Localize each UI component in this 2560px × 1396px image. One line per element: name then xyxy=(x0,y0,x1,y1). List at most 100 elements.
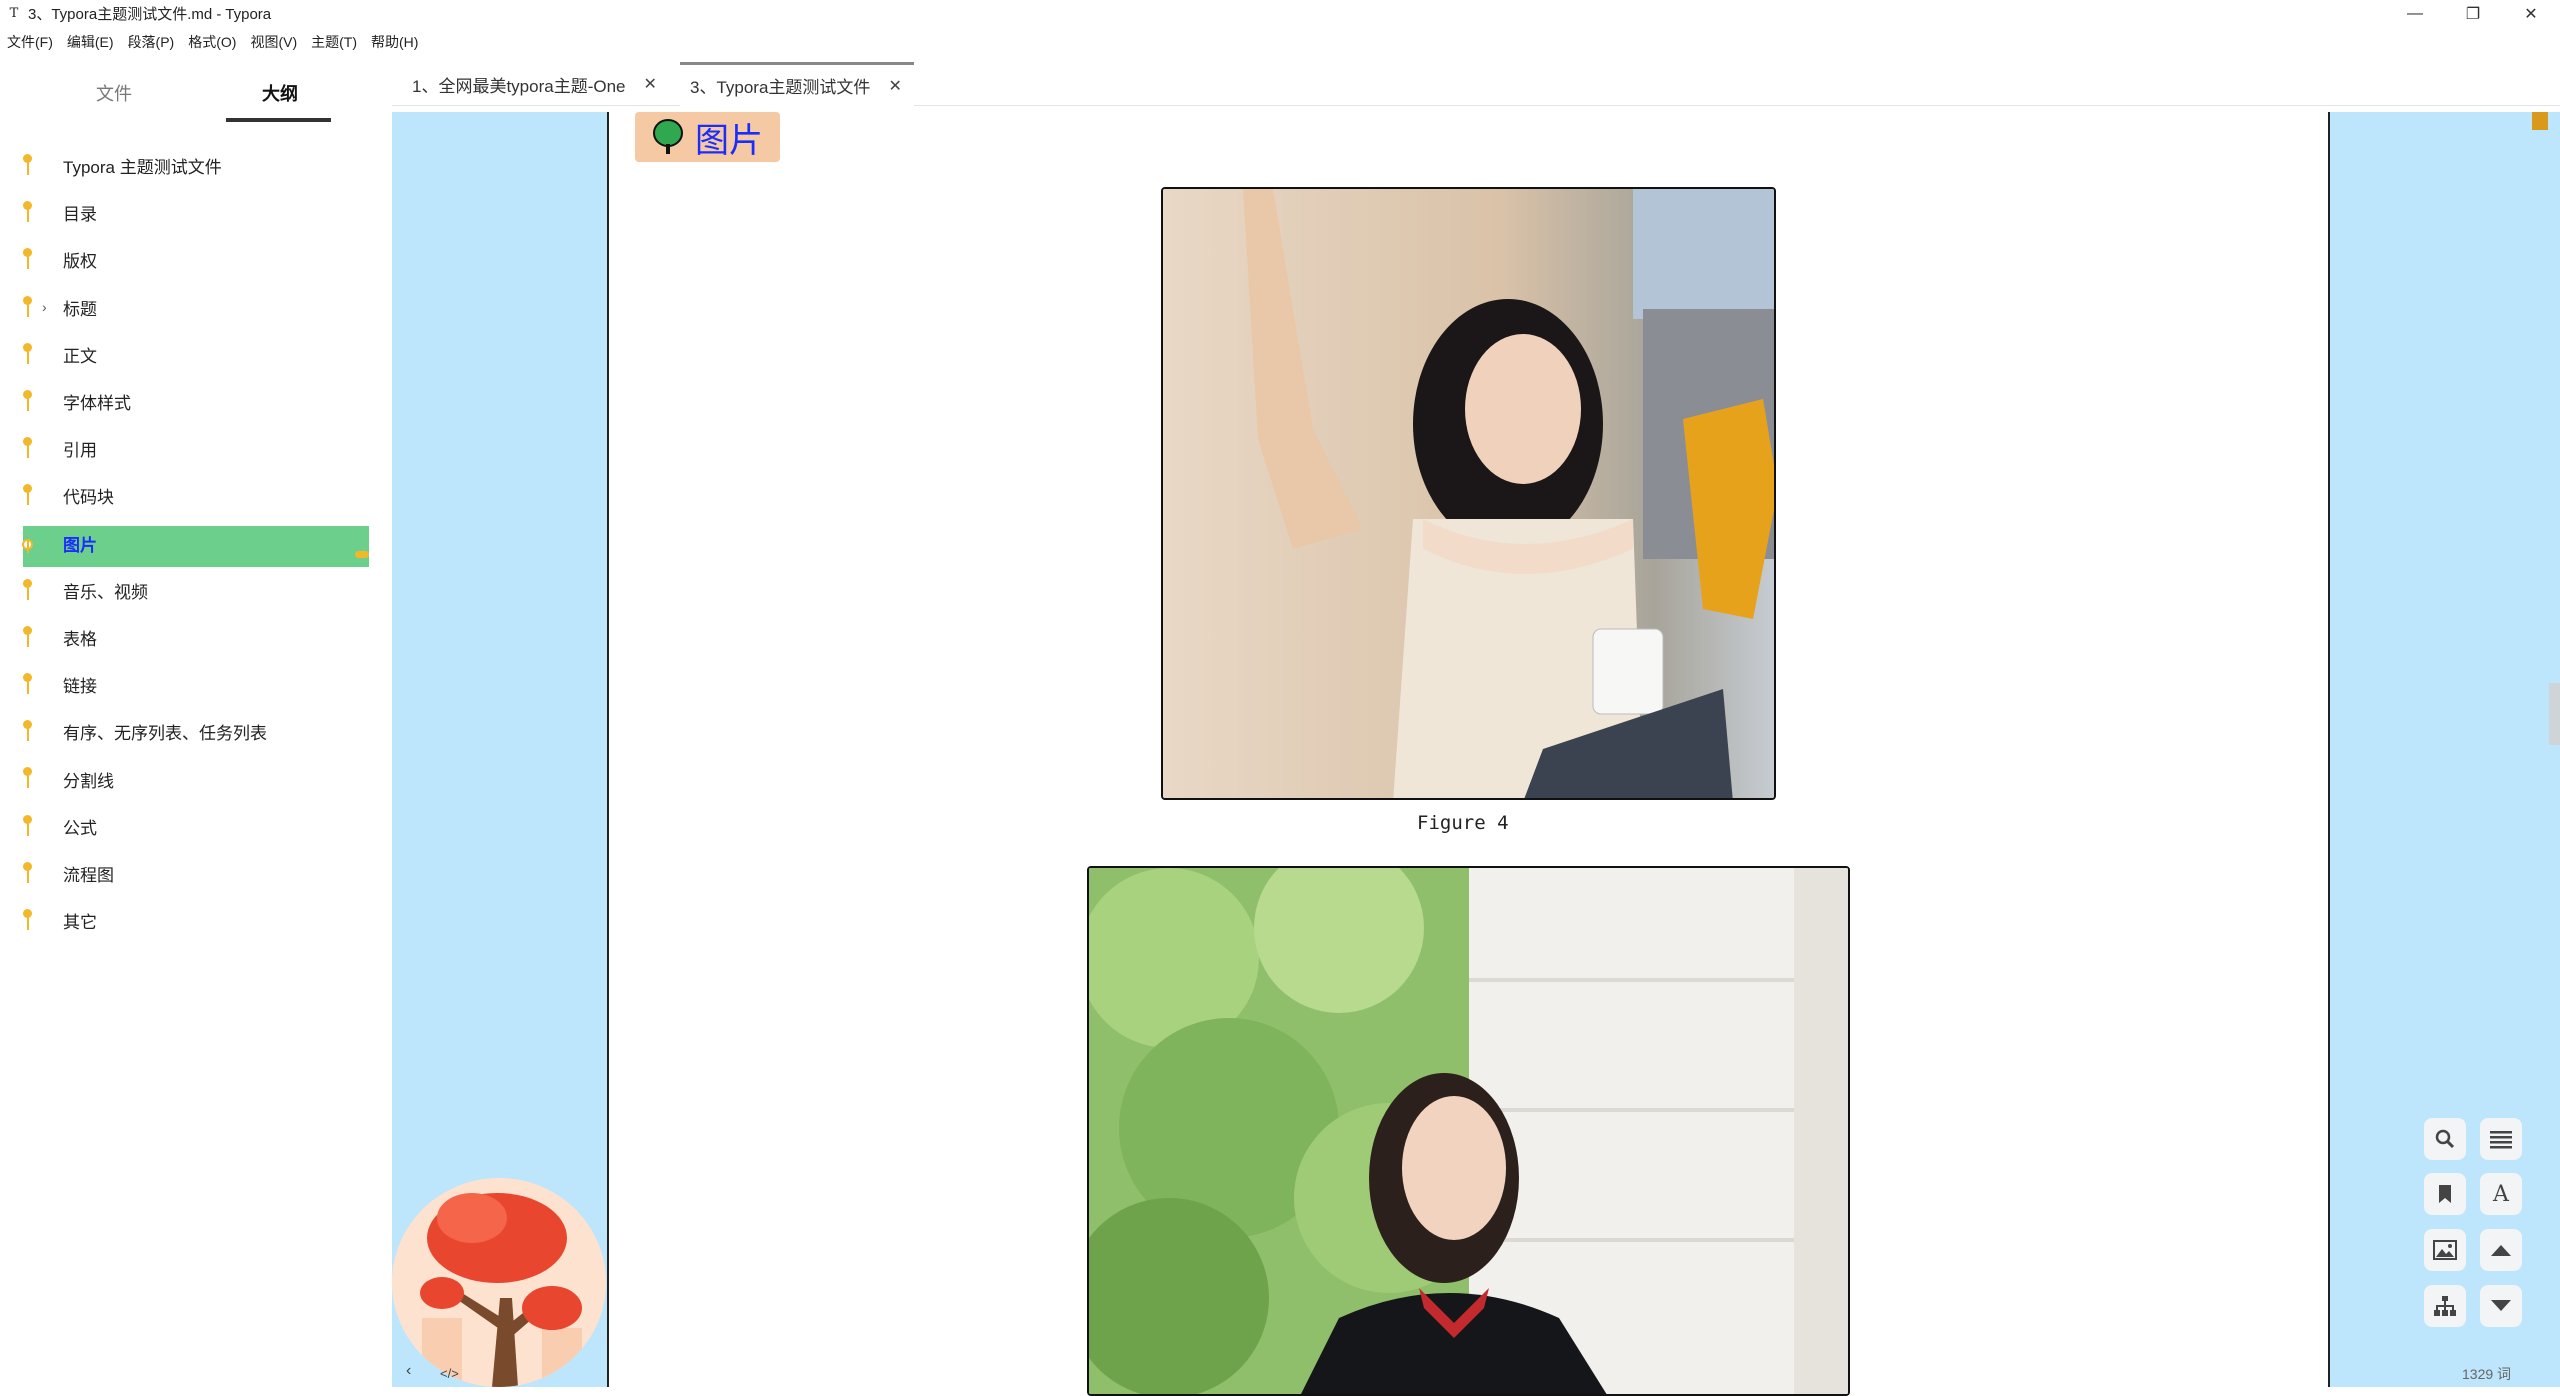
outline-item-label: 标题 xyxy=(63,299,97,319)
close-icon[interactable]: ✕ xyxy=(888,76,901,96)
image-icon[interactable] xyxy=(2424,1229,2466,1271)
bookmark-icon[interactable] xyxy=(2424,1173,2466,1215)
outline-stem xyxy=(27,302,29,317)
window-controls: — ❐ ✕ xyxy=(2386,0,2560,27)
doc-tab-label: 1、全网最美typora主题-One xyxy=(412,76,626,96)
outline-item[interactable]: 引用 xyxy=(0,425,392,472)
tree-avatar xyxy=(392,1178,606,1387)
outline-active-marker xyxy=(355,550,369,558)
outline-stem xyxy=(27,868,29,883)
outline-item-label: 流程图 xyxy=(63,865,114,885)
sidebar-tabs: 文件 大纲 xyxy=(0,62,392,126)
doc-tab-label: 3、Typora主题测试文件 xyxy=(690,78,871,97)
outline-item[interactable]: 链接 xyxy=(0,661,392,708)
outline-stem xyxy=(27,161,29,175)
menu-paragraph[interactable]: 段落(P) xyxy=(121,32,182,52)
outline-item-label: 目录 xyxy=(63,205,97,225)
window-title: 3、Typora主题测试文件.md - Typora xyxy=(28,6,272,23)
outline-stem xyxy=(27,774,29,789)
sidebar: 文件 大纲 Typora 主题测试文件 目录版权 › 标题正文字体样式引用代码块图片音… xyxy=(0,62,392,1387)
active-tab-indicator xyxy=(226,118,331,122)
menu-file[interactable]: 文件(F) xyxy=(0,32,60,52)
menu-edit[interactable]: 编辑(E) xyxy=(60,32,121,52)
outline-item-label: 音乐、视频 xyxy=(63,582,148,602)
outline-item[interactable]: 版权 xyxy=(0,236,392,283)
outline-stem xyxy=(27,444,29,459)
close-icon[interactable]: ✕ xyxy=(644,74,657,94)
restore-icon[interactable]: ❐ xyxy=(2444,0,2502,27)
source-mode-icon[interactable]: </> xyxy=(440,1366,459,1381)
section-heading[interactable]: 图片 xyxy=(635,112,780,162)
outline-stem xyxy=(27,632,29,647)
outline-item-label: 代码块 xyxy=(63,488,114,508)
outline-stem xyxy=(27,727,29,742)
photo-woman-smiling[interactable] xyxy=(1087,866,1850,1396)
list-icon[interactable] xyxy=(2480,1118,2522,1160)
outline-item-label: 其它 xyxy=(63,913,97,933)
photo-woman-waving[interactable] xyxy=(1161,187,1776,800)
outline-item[interactable]: 字体样式 xyxy=(0,378,392,425)
outline-item[interactable]: 正文 xyxy=(0,331,392,378)
menu-theme[interactable]: 主题(T) xyxy=(304,32,364,52)
menu-help[interactable]: 帮助(H) xyxy=(364,32,425,52)
outline-stem xyxy=(27,255,29,270)
doc-tab-test-file[interactable]: 3、Typora主题测试文件 ✕ xyxy=(680,62,914,106)
title-bar: T 3、Typora主题测试文件.md - Typora — ❐ ✕ xyxy=(0,0,2560,27)
outline-item[interactable]: › 标题 xyxy=(0,284,392,331)
scroll-down-icon[interactable] xyxy=(2480,1285,2522,1327)
outline-item[interactable]: 其它 xyxy=(0,897,392,944)
outline-item[interactable]: 表格 xyxy=(0,614,392,661)
menu-bar: 文件(F) 编辑(E) 段落(P) 格式(O) 视图(V) 主题(T) 帮助(H… xyxy=(0,30,425,54)
outline-item-label: 表格 xyxy=(63,629,97,649)
outline-item-label: 图片 xyxy=(63,535,97,555)
font-icon[interactable]: A xyxy=(2480,1173,2522,1215)
minimize-icon[interactable]: — xyxy=(2386,0,2444,27)
scroll-up-icon[interactable] xyxy=(2480,1229,2522,1271)
outline-item-label: 分割线 xyxy=(63,771,114,791)
outline-item-label: 正文 xyxy=(63,346,97,366)
outline-stem xyxy=(27,208,29,223)
outline-item-label: 有序、无序列表、任务列表 xyxy=(63,724,267,744)
outline-item[interactable]: 有序、无序列表、任务列表 xyxy=(0,708,392,755)
outline-item-label: 链接 xyxy=(63,677,97,697)
outline-item[interactable]: 流程图 xyxy=(0,850,392,897)
outline-item-label: 公式 xyxy=(63,818,97,838)
outline-stem xyxy=(27,680,29,695)
sitemap-icon[interactable] xyxy=(2424,1285,2466,1327)
outline-item[interactable]: 目录 xyxy=(0,189,392,236)
scrollbar-thumb[interactable] xyxy=(2549,683,2560,745)
outline-item[interactable]: 图片 xyxy=(0,520,392,567)
document-tab-bar: 1、全网最美typora主题-One ✕ 3、Typora主题测试文件 ✕ xyxy=(392,62,2560,106)
outline-item-label: 版权 xyxy=(63,252,97,272)
outline-item[interactable]: Typora 主题测试文件 xyxy=(0,142,392,189)
tree-icon xyxy=(651,118,685,156)
outline-item[interactable]: 公式 xyxy=(0,803,392,850)
outline-item-label: 引用 xyxy=(63,441,97,461)
section-heading-text: 图片 xyxy=(695,120,763,161)
doc-tab-one[interactable]: 1、全网最美typora主题-One ✕ xyxy=(412,62,657,106)
outline-item[interactable]: 分割线 xyxy=(0,755,392,802)
tab-outline[interactable]: 大纲 xyxy=(262,80,298,106)
outline-stem xyxy=(27,821,29,836)
menu-view[interactable]: 视图(V) xyxy=(243,32,304,52)
outline-item[interactable]: 代码块 xyxy=(0,472,392,519)
typora-icon: T xyxy=(9,6,19,21)
outline-stem xyxy=(27,491,29,506)
figure-caption: Figure 4 xyxy=(1417,812,1509,834)
close-icon[interactable]: ✕ xyxy=(2502,0,2560,27)
outline-stem xyxy=(27,396,29,411)
collapse-sidebar-icon[interactable]: ‹ xyxy=(406,1362,411,1380)
word-count[interactable]: 1329 词 xyxy=(2462,1364,2511,1384)
outline-stem xyxy=(27,916,29,930)
search-icon[interactable] xyxy=(2424,1118,2466,1160)
menu-format[interactable]: 格式(O) xyxy=(181,32,243,52)
outline-item[interactable]: 音乐、视频 xyxy=(0,567,392,614)
outline-stem xyxy=(27,538,29,553)
chevron-right-icon[interactable]: › xyxy=(42,299,47,315)
tab-files[interactable]: 文件 xyxy=(96,80,132,106)
outline-item-label: Typora 主题测试文件 xyxy=(63,158,222,178)
outline-item-label: 字体样式 xyxy=(63,394,131,414)
outline-list: Typora 主题测试文件 目录版权 › 标题正文字体样式引用代码块图片音乐、视频表格… xyxy=(0,142,392,944)
outline-stem xyxy=(27,349,29,364)
bookmark-marker[interactable] xyxy=(2532,112,2548,130)
